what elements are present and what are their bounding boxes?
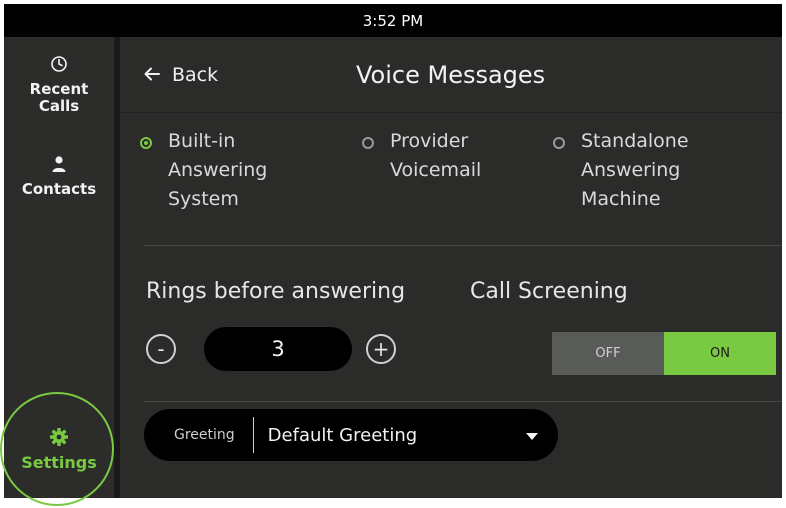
rings-value-display: 3 <box>204 327 352 371</box>
sidebar-item-label: Settings <box>21 453 97 472</box>
toggle-on-option[interactable]: ON <box>664 332 776 375</box>
sidebar-item-contacts[interactable]: Contacts <box>4 155 114 198</box>
header: Back Voice Messages <box>120 37 782 113</box>
radio-standalone-answering-machine[interactable]: Standalone Answering Machine <box>553 130 711 214</box>
greeting-separator <box>252 417 254 453</box>
radio-unselected-icon <box>553 137 565 149</box>
radio-label: Standalone Answering Machine <box>581 130 689 210</box>
increase-rings-button[interactable]: + <box>366 334 396 364</box>
call-screening-label: Call Screening <box>470 279 628 304</box>
status-bar: 3:52 PM <box>4 4 782 37</box>
back-button[interactable]: Back <box>144 64 218 86</box>
radio-built-in-answering-system[interactable]: Built-in Answering System <box>140 130 298 214</box>
greeting-label: Greeting <box>174 427 235 443</box>
arrow-left-icon <box>144 64 160 86</box>
greeting-value: Default Greeting <box>267 424 418 446</box>
divider <box>144 401 782 402</box>
sidebar-item-label: Contacts <box>21 180 97 198</box>
radio-selected-icon <box>140 137 152 149</box>
radio-label: Built-in Answering System <box>168 130 268 210</box>
decrease-rings-button[interactable]: - <box>146 334 176 364</box>
sidebar-item-label: Recent Calls <box>29 80 89 115</box>
sidebar-item-settings[interactable]: Settings <box>4 427 114 471</box>
rings-value: 3 <box>271 337 285 361</box>
gear-icon <box>4 427 114 450</box>
clock-icon <box>4 55 114 77</box>
sidebar: Recent Calls Contacts Settings <box>4 37 120 498</box>
caret-down-icon <box>526 426 538 445</box>
page-title: Voice Messages <box>356 61 546 89</box>
radio-label: Provider Voicemail <box>390 130 482 181</box>
rings-label: Rings before answering <box>146 279 406 304</box>
call-screening-toggle[interactable]: OFF ON <box>552 332 776 375</box>
minus-icon: - <box>157 337 165 361</box>
sidebar-item-recent-calls[interactable]: Recent Calls <box>4 55 114 115</box>
device-screen: 3:52 PM Recent Calls Contacts Settings B… <box>4 4 782 498</box>
plus-icon: + <box>372 337 390 361</box>
main-panel: Back Voice Messages Built-in Answering S… <box>120 37 782 498</box>
divider <box>144 245 782 246</box>
greeting-dropdown[interactable]: Greeting Default Greeting <box>144 409 558 461</box>
person-icon <box>4 155 114 177</box>
status-time: 3:52 PM <box>362 11 424 30</box>
radio-provider-voicemail[interactable]: Provider Voicemail <box>362 130 520 185</box>
radio-unselected-icon <box>362 137 374 149</box>
toggle-off-option[interactable]: OFF <box>552 332 664 375</box>
back-label: Back <box>172 64 219 86</box>
